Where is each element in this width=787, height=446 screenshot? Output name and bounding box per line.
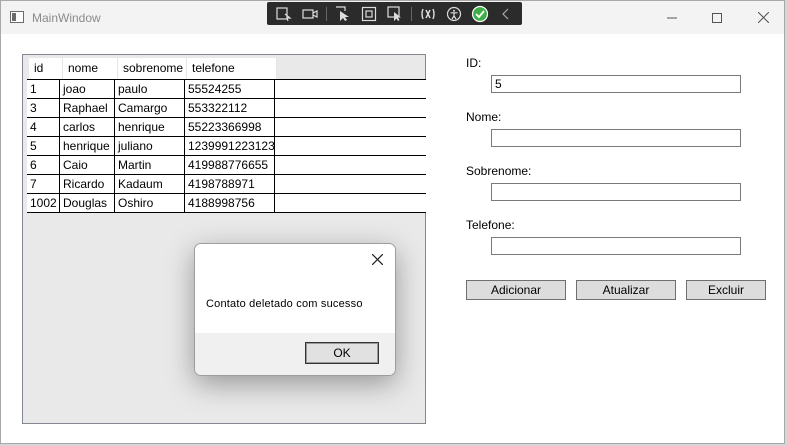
cell-filler [275,137,426,155]
minimize-button[interactable] [649,1,695,34]
cell-telefone[interactable]: 4198788971 [185,175,275,193]
cell-sobrenome[interactable]: henrique [115,118,185,136]
close-icon [757,12,769,23]
minimize-icon [667,17,677,18]
dialog-footer: OK [195,333,395,375]
table-row[interactable]: 1 joao paulo 55524255 [27,80,426,99]
collapse-chevron-icon[interactable] [495,4,517,24]
toolbar-separator [411,6,412,21]
grid-header: id nome sobrenome telefone [29,58,277,80]
table-row[interactable]: 5 henrique juliano 1239991223123 [27,137,426,156]
cell-filler [275,175,426,193]
table-row[interactable]: 1002 Douglas Oshiro 4188998756 [27,194,426,213]
title-bar[interactable]: MainWindow [1,1,784,34]
sobrenome-field[interactable] [491,183,741,201]
main-window: MainWindow id nome sobrenome telefone 1 … [0,0,785,444]
cell-filler [275,156,426,174]
cell-id[interactable]: 6 [27,156,60,174]
cell-id[interactable]: 7 [27,175,60,193]
track-focus-icon[interactable] [384,4,406,24]
cell-id[interactable]: 5 [27,137,60,155]
cell-filler [275,118,426,136]
cell-id[interactable]: 1 [27,80,60,98]
close-button[interactable] [740,1,786,34]
dialog-close-button[interactable] [367,248,387,270]
cell-sobrenome[interactable]: Martin [115,156,185,174]
cell-telefone[interactable]: 55223366998 [185,118,275,136]
ok-button[interactable]: OK [305,342,379,364]
sobrenome-label: Sobrenome: [466,164,532,178]
cell-filler [275,194,426,212]
table-row[interactable]: 4 carlos henrique 55223366998 [27,118,426,137]
table-row[interactable]: 6 Caio Martin 419988776655 [27,156,426,175]
table-row[interactable]: 7 Ricardo Kadaum 4198788971 [27,175,426,194]
cell-nome[interactable]: joao [60,80,115,98]
cell-nome[interactable]: Raphael [60,99,115,117]
column-header-id[interactable]: id [29,58,63,79]
cell-sobrenome[interactable]: Oshiro [115,194,185,212]
check-icon[interactable] [469,4,491,24]
select-element-icon[interactable] [273,4,295,24]
nome-field[interactable] [491,129,741,147]
grid-rows: 1 joao paulo 55524255 3 Raphael Camargo … [27,79,426,213]
app-icon [10,11,24,23]
cell-id[interactable]: 3 [27,99,60,117]
dialog-message: Contato deletado com sucesso [206,298,363,310]
cell-id[interactable]: 4 [27,118,60,136]
accessibility-icon[interactable] [443,4,465,24]
dialog-title-bar[interactable] [195,244,395,274]
nome-label: Nome: [466,110,502,124]
cell-sobrenome[interactable]: Camargo [115,99,185,117]
table-row[interactable]: 3 Raphael Camargo 553322112 [27,99,426,118]
cell-telefone[interactable]: 419988776655 [185,156,275,174]
cell-filler [275,80,426,98]
cell-nome[interactable]: Douglas [60,194,115,212]
atualizar-button[interactable]: Atualizar [576,280,676,300]
cell-filler [275,99,426,117]
maximize-icon [712,12,722,23]
cell-id[interactable]: 1002 [27,194,60,212]
column-header-nome[interactable]: nome [63,58,118,79]
cell-nome[interactable]: henrique [60,137,115,155]
frame-icon[interactable] [358,4,380,24]
pointer-icon[interactable] [332,4,354,24]
close-icon [371,253,383,265]
cell-sobrenome[interactable]: juliano [115,137,185,155]
cell-telefone[interactable]: 4188998756 [185,194,275,212]
cell-telefone[interactable]: 55524255 [185,80,275,98]
window-title: MainWindow [32,11,101,25]
video-icon[interactable] [299,4,321,24]
cell-telefone[interactable]: 553322112 [185,99,275,117]
toolbar-separator [326,6,327,21]
id-label: ID: [466,56,482,70]
cell-telefone[interactable]: 1239991223123 [185,137,275,155]
cell-nome[interactable]: Caio [60,156,115,174]
hot-reload-icon[interactable] [417,4,439,24]
id-field[interactable]: 5 [491,75,741,93]
column-header-telefone[interactable]: telefone [187,58,277,79]
debug-toolbar [267,2,522,25]
maximize-button[interactable] [694,1,740,34]
telefone-field[interactable] [491,237,741,255]
message-dialog: Contato deletado com sucesso OK [194,243,396,376]
telefone-label: Telefone: [466,218,515,232]
cell-nome[interactable]: Ricardo [60,175,115,193]
cell-nome[interactable]: carlos [60,118,115,136]
adicionar-button[interactable]: Adicionar [466,280,566,300]
cell-sobrenome[interactable]: paulo [115,80,185,98]
excluir-button[interactable]: Excluir [686,280,766,300]
column-header-sobrenome[interactable]: sobrenome [118,58,187,79]
cell-sobrenome[interactable]: Kadaum [115,175,185,193]
